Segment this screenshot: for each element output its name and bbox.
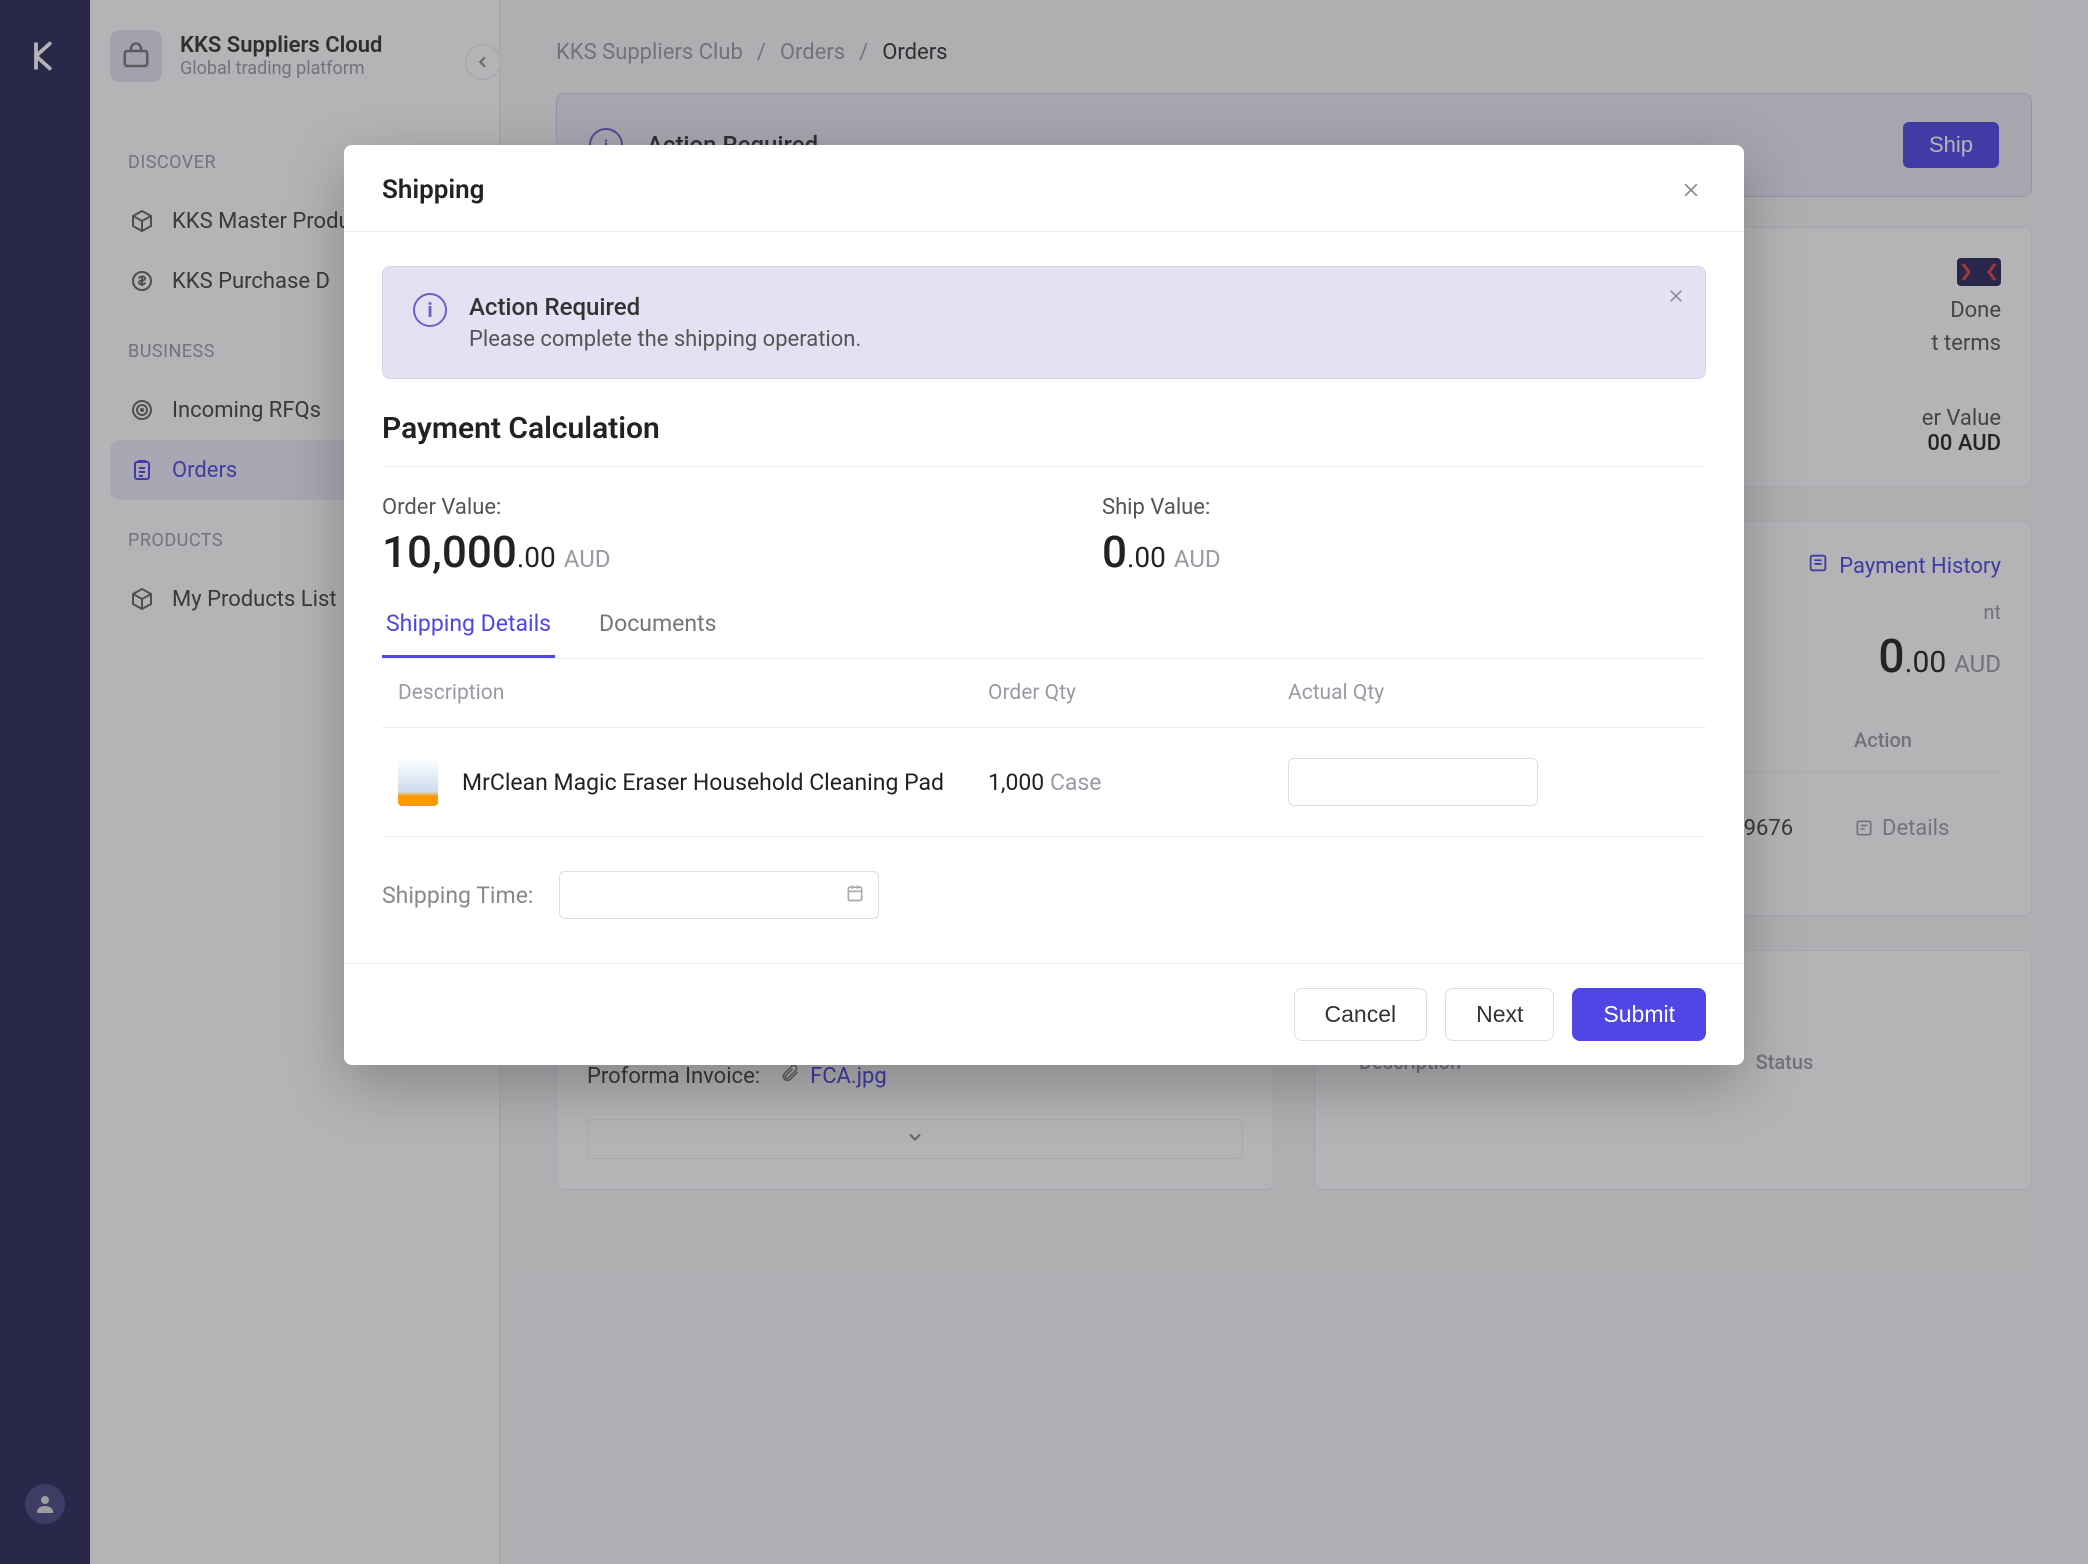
tab-documents[interactable]: Documents [595, 596, 720, 658]
payment-calculation-title: Payment Calculation [382, 411, 1706, 467]
alert-close-icon[interactable] [1667, 287, 1685, 309]
modal-title: Shipping [382, 175, 484, 205]
calendar-icon[interactable] [845, 883, 865, 907]
modal-table-header: Description Order Qty Actual Qty [382, 659, 1706, 727]
shipping-modal: Shipping i Action Required Please comple… [344, 145, 1744, 1065]
col-order-qty: Order Qty [988, 681, 1288, 705]
order-qty-cell: 1,000 Case [988, 769, 1288, 796]
col-description: Description [398, 681, 988, 705]
product-thumb [398, 758, 438, 806]
modal-tabs: Shipping Details Documents [382, 596, 1706, 659]
alert-title: Action Required [469, 293, 861, 321]
alert-body: Please complete the shipping operation. [469, 327, 861, 352]
col-actual-qty: Actual Qty [1288, 681, 1690, 705]
modal-overlay[interactable]: Shipping i Action Required Please comple… [0, 0, 2088, 1564]
cancel-button[interactable]: Cancel [1294, 988, 1428, 1041]
info-icon: i [413, 293, 447, 327]
modal-table-row: MrClean Magic Eraser Household Cleaning … [382, 727, 1706, 837]
close-icon[interactable] [1676, 175, 1706, 205]
next-button[interactable]: Next [1445, 988, 1554, 1041]
actual-qty-input[interactable] [1288, 758, 1538, 806]
submit-button[interactable]: Submit [1572, 988, 1706, 1041]
ship-value-block: Ship Value: 0.00AUD [1102, 495, 1742, 578]
tab-shipping-details[interactable]: Shipping Details [382, 596, 555, 658]
order-value-block: Order Value: 10,000.00AUD [382, 495, 1022, 578]
shipping-time-input[interactable] [559, 871, 879, 919]
product-name: MrClean Magic Eraser Household Cleaning … [462, 769, 944, 796]
action-required-alert: i Action Required Please complete the sh… [382, 266, 1706, 379]
shipping-time-label: Shipping Time: [382, 882, 533, 909]
